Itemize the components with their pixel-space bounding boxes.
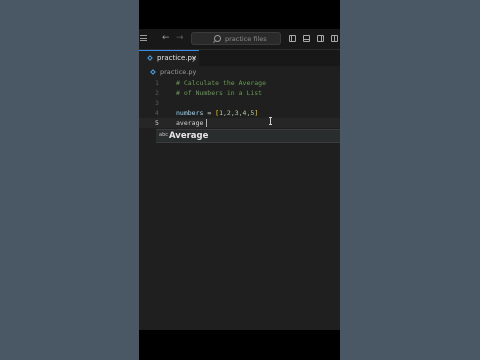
title-bar: ← → practice files [139,29,340,50]
back-arrow-icon[interactable]: ← [162,33,170,43]
forward-arrow-icon[interactable]: → [176,33,184,43]
toggle-panel-icon[interactable] [303,35,310,42]
breadcrumb-file[interactable]: practice.py [160,67,196,77]
code-comment: # Calculate the Average [176,79,267,87]
line-number: 4 [155,109,159,117]
code-line: 3 [139,98,340,108]
python-file-icon [147,55,153,61]
code-statement: numbers = [1,2,3,4,5] [176,108,258,118]
search-placeholder: practice files [225,35,267,43]
close-bracket: ] [254,109,259,117]
toggle-secondary-sidebar-icon[interactable] [317,35,324,42]
line-number: 2 [155,89,159,97]
tab-practice-py[interactable]: practice.py × [139,50,199,66]
python-file-icon [150,69,156,75]
close-tab-icon[interactable]: × [191,53,197,64]
code-line: 4 numbers = [1,2,3,4,5] [139,108,340,118]
suggestion-word: Average [169,131,209,141]
line-number: 5 [155,119,159,127]
code-line-current: 5 average [139,118,340,128]
operator: = [203,109,216,117]
code-line: 2 # of Numbers in a List [139,88,340,98]
text-cursor [206,119,207,127]
word-kind-icon: abc [159,132,168,138]
code-comment: # of Numbers in a List [176,89,263,97]
breadcrumb: practice.py [139,66,340,78]
code-editor-window: ← → practice files practice.py × practic… [139,29,340,330]
command-center-search[interactable]: practice files [191,32,281,45]
autocomplete-suggestion[interactable]: abc Average [156,129,340,143]
menu-icon[interactable] [140,35,147,41]
line-number: 3 [155,99,159,107]
toggle-primary-sidebar-icon[interactable] [289,35,296,42]
code-area[interactable]: 1 # Calculate the Average 2 # of Numbers… [139,78,340,128]
list-values: 1,2,3,4,5 [219,109,255,117]
code-line: 1 # Calculate the Average [139,78,340,88]
line-number: 1 [155,79,159,87]
variable-name: numbers [176,109,204,117]
video-frame: ← → practice files practice.py × practic… [139,0,340,360]
customize-layout-icon[interactable] [331,35,338,42]
code-text: average [176,119,204,127]
search-icon [214,35,221,42]
mouse-ibeam-cursor [269,117,272,125]
tab-bar: practice.py × [139,50,340,66]
